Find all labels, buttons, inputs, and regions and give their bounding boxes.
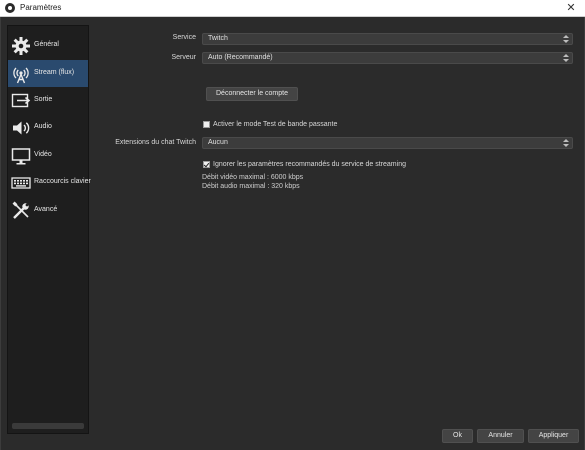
tools-icon [12,201,29,219]
sidebar-item-label: Raccourcis clavier [34,178,91,185]
sidebar-item-output[interactable]: Sortie [8,87,88,114]
ignore-recommended-label: Ignorer les paramètres recommandés du se… [213,161,406,168]
close-button[interactable]: ✕ [557,0,585,17]
service-label: Service [172,34,196,41]
sidebar-item-audio[interactable]: Audio [8,114,88,141]
settings-sidebar: Général Stream (flux) Sortie Audio Vidéo… [7,25,91,434]
spin-arrows-icon [563,138,569,148]
server-select[interactable]: Auto (Recommandé) [202,52,573,64]
max-audio-bitrate-text: Débit audio maximal : 320 kbps [202,183,300,190]
sidebar-scrollbar[interactable] [12,423,84,429]
sidebar-item-label: Sortie [34,96,53,103]
max-video-bitrate-text: Débit vidéo maximal : 6000 kbps [202,174,304,181]
title-bar: Paramètres ✕ [0,0,585,17]
sidebar-item-hotkeys[interactable]: Raccourcis clavier [8,169,91,196]
sidebar-item-label: Général [34,41,59,48]
window-title: Paramètres [20,3,62,12]
sidebar-item-advanced[interactable]: Avancé [8,197,88,224]
broadcast-icon [13,67,29,84]
spin-arrows-icon [563,34,569,44]
keyboard-icon [11,177,31,189]
apply-button[interactable]: Appliquer [528,429,579,443]
sidebar-item-label: Stream (flux) [34,69,75,76]
cancel-button[interactable]: Annuler [477,429,524,443]
chat-extensions-select[interactable]: Aucun [202,137,573,149]
sidebar-item-general[interactable]: Général [8,32,88,59]
server-value: Auto (Recommandé) [208,54,273,61]
service-select[interactable]: Twitch [202,33,573,45]
ignore-recommended-checkbox[interactable] [203,161,210,168]
disconnect-account-button[interactable]: Déconnecter le compte [206,87,298,101]
service-value: Twitch [208,35,228,42]
chat-extensions-value: Aucun [208,139,228,146]
monitor-icon [11,148,31,165]
obs-logo-icon [5,3,15,13]
chat-extensions-label: Extensions du chat Twitch [115,139,196,146]
settings-window: Général Stream (flux) Sortie Audio Vidéo… [0,17,585,450]
spin-arrows-icon [563,53,569,63]
sidebar-item-video[interactable]: Vidéo [8,142,88,169]
sidebar-item-stream[interactable]: Stream (flux) [8,60,88,87]
bandwidth-test-label: Activer le mode Test de bande passante [213,121,338,128]
output-icon [11,93,31,108]
sidebar-item-label: Avancé [34,206,58,213]
bandwidth-test-checkbox[interactable] [203,121,210,128]
gear-icon [12,37,30,55]
server-label: Serveur [171,54,196,61]
sidebar-item-label: Vidéo [34,151,52,158]
sidebar-item-label: Audio [34,123,52,130]
ok-button[interactable]: Ok [442,429,473,443]
speaker-icon [13,121,30,135]
